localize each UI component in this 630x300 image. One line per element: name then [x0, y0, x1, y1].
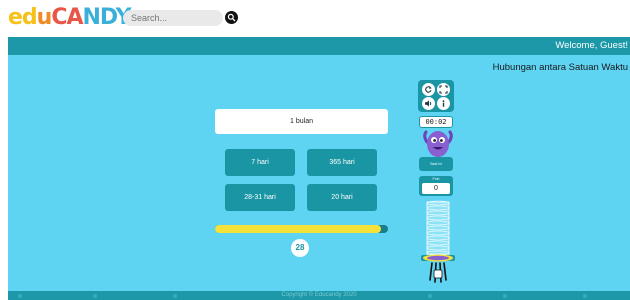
mascot-icon	[423, 130, 453, 157]
fullscreen-icon	[439, 85, 448, 94]
search-input[interactable]	[123, 10, 223, 26]
nav-bar: Welcome, Guest!	[8, 37, 630, 55]
educandy-logo[interactable]: eduCANDY	[8, 6, 132, 30]
score-value: 0	[422, 183, 450, 194]
info-icon	[442, 100, 445, 107]
question-counter: 28	[291, 239, 309, 257]
welcome-text: Welcome, Guest!	[555, 40, 628, 51]
search-box	[123, 10, 223, 26]
info-button[interactable]	[437, 97, 450, 110]
search-button[interactable]	[225, 11, 238, 24]
sound-icon	[425, 100, 432, 107]
score-box: Poin 0	[419, 176, 453, 196]
restart-icon	[425, 86, 432, 93]
footer-copyright: Copyright © Educandy 2020	[281, 292, 357, 298]
score-label: Poin	[432, 177, 440, 181]
answer-button-4[interactable]: 20 hari	[307, 184, 377, 211]
footer: Copyright © Educandy 2020	[8, 291, 630, 300]
footer-dot	[428, 294, 432, 298]
fullscreen-button[interactable]	[437, 83, 450, 96]
footer-dot	[93, 294, 97, 298]
activity-stage: Hubungan antara Satuan Waktu 1 bulan 7 h…	[8, 55, 630, 291]
top-header: eduCANDY	[0, 0, 630, 36]
answer-button-1[interactable]: 7 hari	[225, 149, 295, 176]
control-panel	[418, 80, 454, 112]
current-status-box: Saat Ini	[419, 157, 453, 171]
answer-button-2[interactable]: 365 hari	[307, 149, 377, 176]
timer-display: 00:02	[419, 116, 453, 128]
restart-button[interactable]	[422, 83, 435, 96]
coin-tube-icon	[421, 200, 455, 283]
activity-title: Hubungan antara Satuan Waktu	[492, 62, 628, 73]
footer-dot	[583, 294, 587, 298]
time-progress-fill	[215, 225, 382, 233]
footer-dot	[503, 294, 507, 298]
footer-dot	[173, 294, 177, 298]
search-icon	[227, 13, 236, 22]
current-status-label: Saat Ini	[430, 162, 442, 166]
footer-dot	[18, 294, 22, 298]
question-text: 1 bulan	[290, 118, 313, 125]
question-card: 1 bulan	[215, 109, 388, 134]
time-progress-bar	[215, 225, 388, 233]
sound-button[interactable]	[422, 97, 435, 110]
answer-button-3[interactable]: 28-31 hari	[225, 184, 295, 211]
